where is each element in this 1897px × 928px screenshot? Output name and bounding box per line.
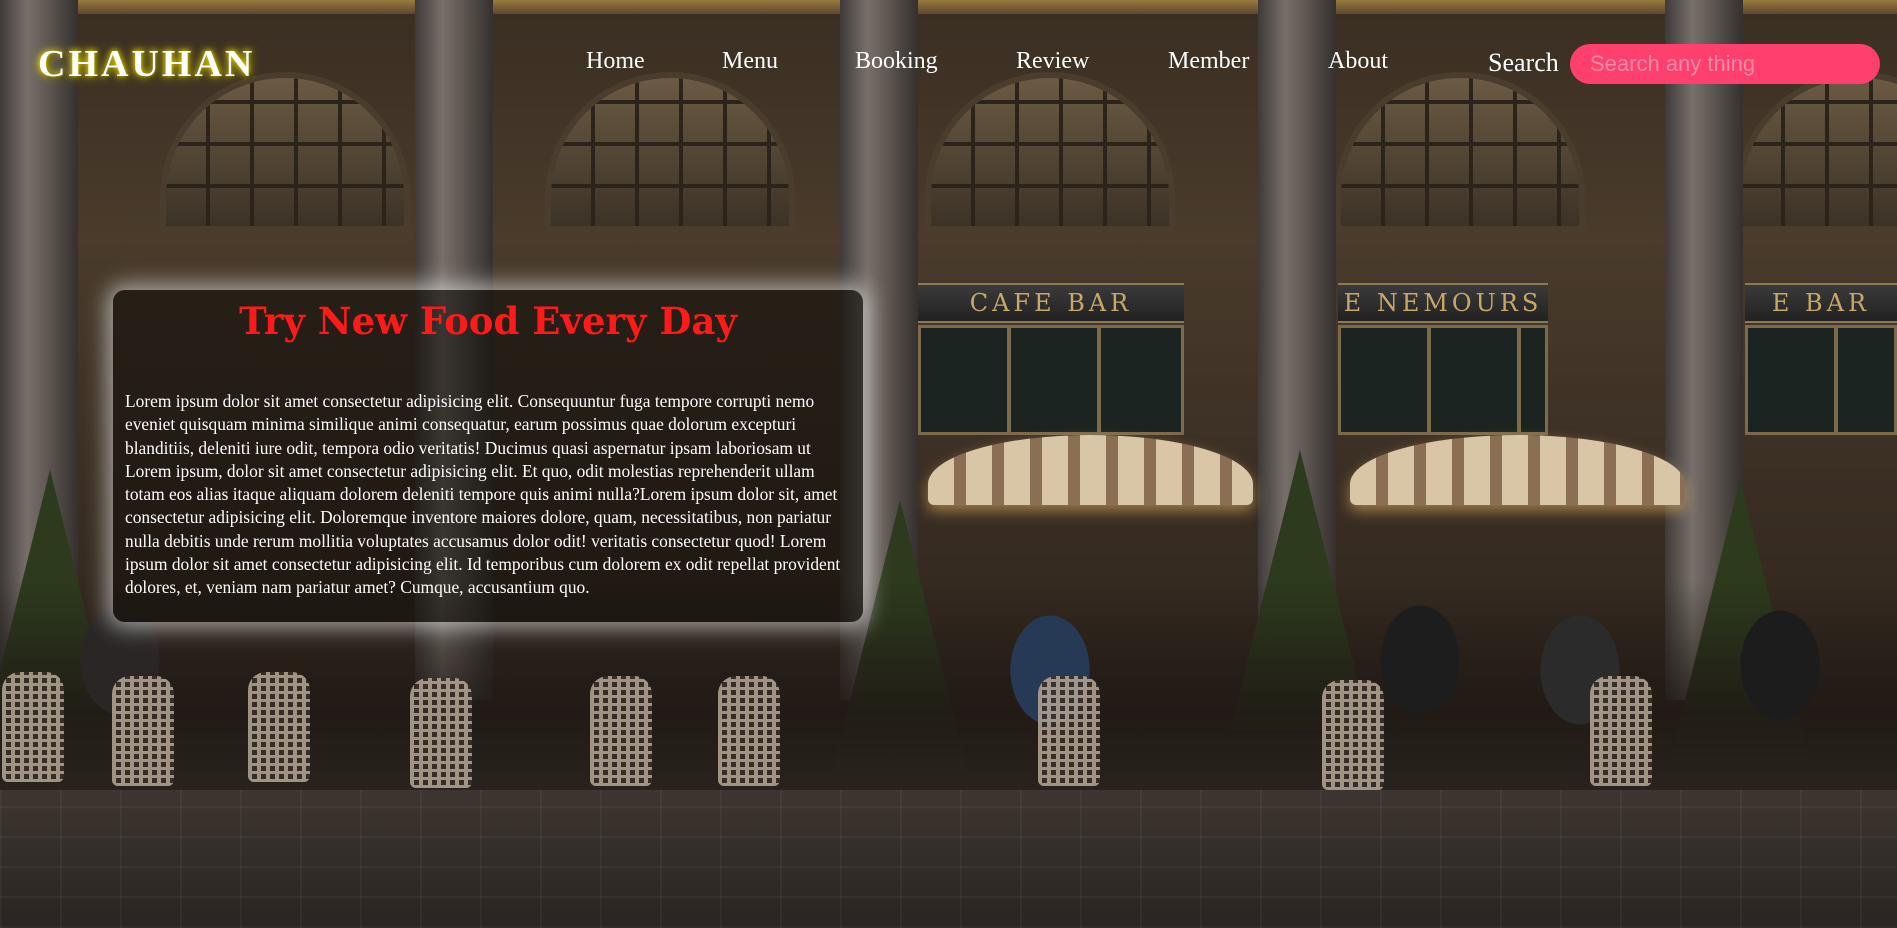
nav-member-link[interactable]: Member <box>1168 48 1249 75</box>
bistro-chair <box>1322 680 1384 790</box>
bistro-chair <box>1038 676 1100 786</box>
nav-home-link[interactable]: Home <box>586 48 645 75</box>
search-label: Search <box>1488 48 1559 77</box>
nemours-sign: E NEMOURS <box>1338 283 1548 323</box>
bistro-chair <box>248 672 310 782</box>
cafe-bar-sign: CAFE BAR <box>918 283 1184 323</box>
cafe-bar-sign-right: E BAR <box>1745 283 1897 323</box>
search-input[interactable] <box>1570 44 1880 84</box>
top-navbar: CHAUHAN Home Menu Booking Review Member … <box>0 0 1897 110</box>
hero-description: Lorem ipsum dolor sit amet consectetur a… <box>125 391 841 598</box>
shop-window <box>918 325 1184 435</box>
bistro-chair <box>718 676 780 786</box>
shop-window <box>1338 325 1548 435</box>
hero-card: Try New Food Every Day Lorem ipsum dolor… <box>113 290 863 622</box>
bistro-chair <box>112 676 174 786</box>
nav-menu-link[interactable]: Menu <box>722 48 778 75</box>
hero-title: Try New Food Every Day <box>239 299 737 343</box>
site-logo[interactable]: CHAUHAN <box>38 42 255 86</box>
bistro-chair <box>410 678 472 788</box>
nav-review-link[interactable]: Review <box>1016 48 1089 75</box>
cobblestone-pavement <box>0 790 1897 928</box>
nav-booking-link[interactable]: Booking <box>855 48 938 75</box>
bistro-chair <box>590 676 652 786</box>
nav-about-link[interactable]: About <box>1328 48 1388 75</box>
shop-window <box>1745 325 1897 435</box>
bistro-chair <box>1590 676 1652 786</box>
bistro-chair <box>2 672 64 782</box>
